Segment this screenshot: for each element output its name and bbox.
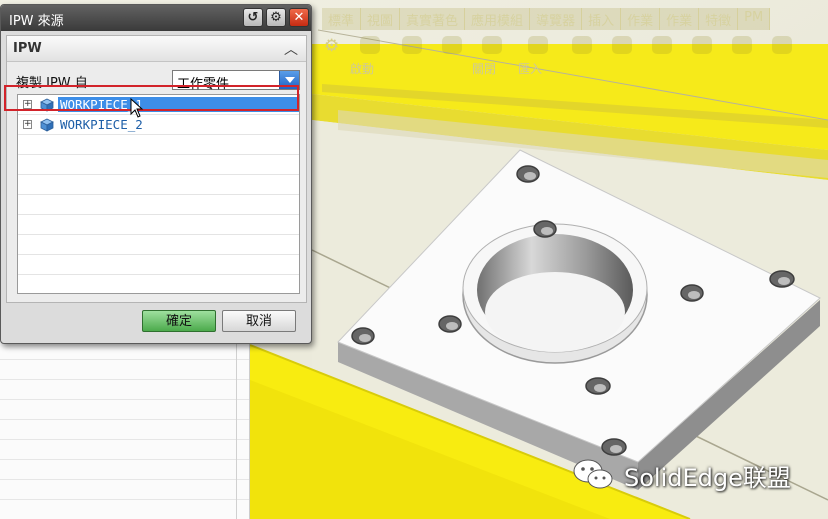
- start-icon: [360, 36, 380, 54]
- import-icon: [528, 36, 548, 54]
- ribbon-blank-button-5[interactable]: [642, 32, 682, 82]
- tab-standard[interactable]: 標準: [322, 8, 362, 30]
- list-row: [0, 460, 249, 480]
- tree-empty-row: [18, 135, 299, 155]
- paste-icon: [732, 36, 752, 54]
- column-divider: [236, 340, 237, 519]
- tree-empty-row: [18, 275, 299, 293]
- tab-view[interactable]: 視圖: [361, 8, 401, 30]
- tree-empty-row: [18, 195, 299, 215]
- list-row: [0, 420, 249, 440]
- ok-button[interactable]: 確定: [142, 310, 216, 332]
- tree-empty-row: [18, 175, 299, 195]
- list-row: [0, 400, 249, 420]
- ribbon-blank-button-7[interactable]: [722, 32, 762, 82]
- ipw-source-dialog: IPW 來源 ↺ ⚙ ✕ IPW ︿ 複製 IPW 自 工作零件 + WORKP…: [0, 4, 312, 344]
- wechat-icon: [573, 459, 613, 489]
- tab-insert[interactable]: 插入: [582, 8, 622, 30]
- panel-title: IPW: [13, 41, 42, 56]
- tab-render[interactable]: 真實著色: [400, 8, 466, 30]
- left-list-pane: [0, 340, 250, 519]
- close-red-icon: [482, 36, 502, 54]
- ribbon-blank-button-6[interactable]: [682, 32, 722, 82]
- dialog-title: IPW 來源: [9, 14, 64, 29]
- tree-item-workpiece-2[interactable]: + WORKPIECE_2: [18, 115, 299, 135]
- ribbon-blank-button-4[interactable]: [602, 32, 642, 82]
- tree-item-label: WORKPIECE_2: [60, 117, 143, 132]
- mouse-cursor-icon: [130, 98, 144, 118]
- collapse-chevron-up-icon[interactable]: ︿: [284, 39, 298, 59]
- grid-icon: [572, 36, 592, 54]
- cancel-button[interactable]: 取消: [222, 310, 296, 332]
- tree-expander-icon[interactable]: +: [23, 120, 32, 129]
- tree-empty-row: [18, 155, 299, 175]
- ribbon-blank-button-2[interactable]: [432, 32, 472, 82]
- save-icon: [442, 36, 462, 54]
- ribbon-body: 啟動 關閉 匯入: [322, 32, 828, 82]
- tab-operation-2[interactable]: 作業: [660, 8, 700, 30]
- dialog-titlebar[interactable]: IPW 來源 ↺ ⚙ ✕: [1, 5, 311, 31]
- ribbon-blank-button-3[interactable]: [562, 32, 602, 82]
- list-row: [0, 440, 249, 460]
- delete-icon: [772, 36, 792, 54]
- copy-icon: [692, 36, 712, 54]
- list-row: [0, 380, 249, 400]
- tab-navigator[interactable]: 導覽器: [530, 8, 583, 30]
- help-icon[interactable]: ↺: [243, 8, 263, 27]
- tab-applications[interactable]: 應用模組: [465, 8, 531, 30]
- cloud-icon: [612, 36, 632, 54]
- tree-empty-row: [18, 215, 299, 235]
- tree-empty-row: [18, 255, 299, 275]
- ribbon-blank-button-8[interactable]: [762, 32, 802, 82]
- close-button[interactable]: 關閉: [472, 32, 512, 82]
- list-row: [0, 480, 249, 500]
- settings-icon[interactable]: ⚙: [266, 8, 286, 27]
- tool-icon: [652, 36, 672, 54]
- tab-pm[interactable]: PM: [738, 8, 771, 30]
- panel-header[interactable]: IPW ︿: [7, 36, 306, 62]
- ipw-panel: IPW ︿ 複製 IPW 自 工作零件 + WORKPIECE_1 + WORK…: [6, 35, 307, 303]
- workpiece-tree: + WORKPIECE_1 + WORKPIECE_2: [17, 94, 300, 294]
- watermark: SolidEdge联盟: [572, 455, 791, 495]
- import-button[interactable]: 匯入: [518, 32, 558, 82]
- tab-operation-1[interactable]: 作業: [621, 8, 661, 30]
- tab-feature[interactable]: 特徵: [699, 8, 739, 30]
- list-row: [0, 360, 249, 380]
- close-icon[interactable]: ✕: [289, 8, 309, 27]
- watermark-text: SolidEdge联盟: [624, 463, 791, 492]
- start-button[interactable]: 啟動: [350, 32, 390, 82]
- part-icon: [40, 118, 54, 132]
- tree-empty-row: [18, 235, 299, 255]
- annotation-highlight-box: [4, 85, 299, 111]
- document-icon: [402, 36, 422, 54]
- ribbon-tab-bar: 標準 視圖 真實著色 應用模組 導覽器 插入 作業 作業 特徵 PM: [322, 8, 771, 30]
- ribbon-blank-button-1[interactable]: [392, 32, 432, 82]
